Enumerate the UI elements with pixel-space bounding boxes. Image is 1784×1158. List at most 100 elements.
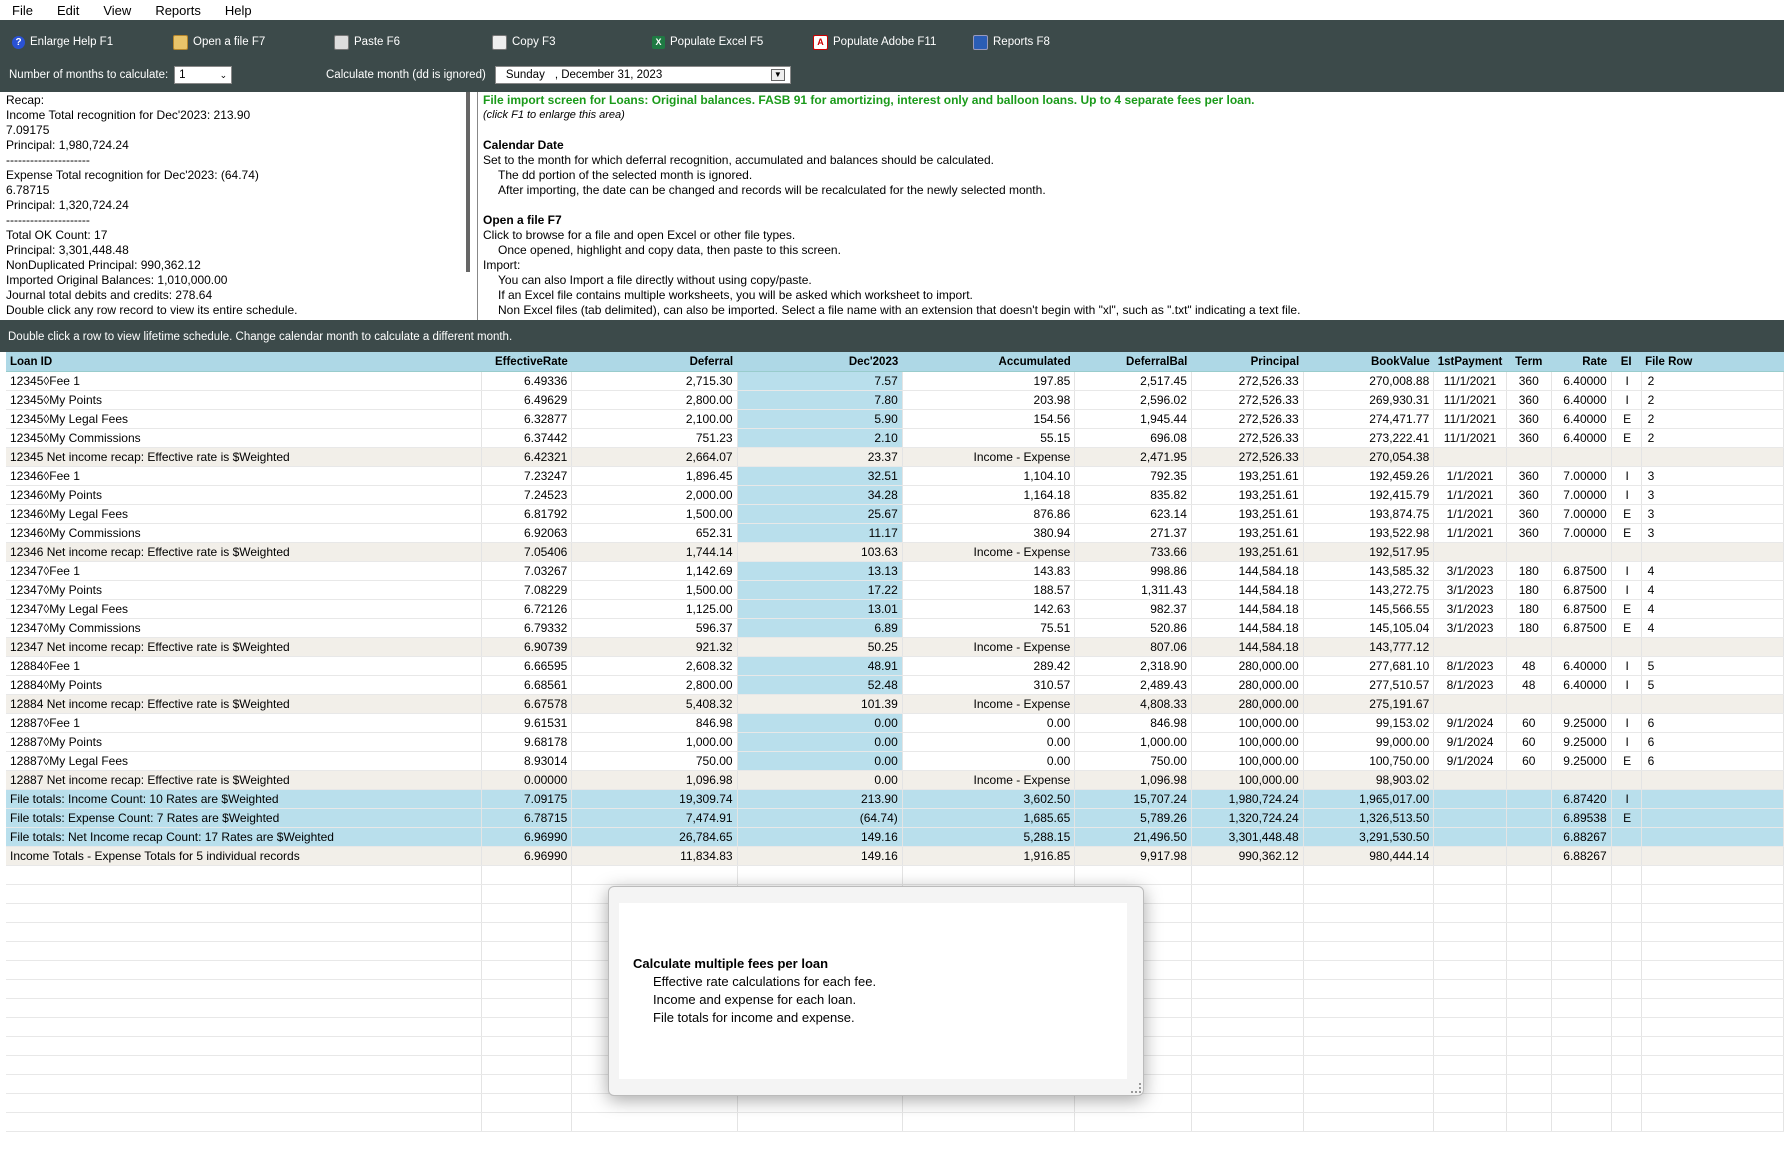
empty-cell	[481, 903, 573, 923]
accumulated-cell: 197.85	[902, 371, 1076, 391]
net-income-recap-row[interactable]: 12345 Net income recap: Effective rate i…	[6, 447, 1784, 467]
col-header-ei[interactable]: EI	[1611, 352, 1642, 372]
table-row[interactable]: 12346◊My Points 7.24523 2,000.00 34.28 1,164…	[6, 485, 1784, 505]
empty-cell	[1433, 1055, 1507, 1075]
empty-row	[6, 1112, 1784, 1132]
months-select[interactable]: 1 ⌄	[174, 66, 233, 84]
effective-rate-cell: 7.23247	[481, 466, 573, 486]
col-header-accumulated[interactable]: Accumulated	[902, 352, 1075, 372]
menu-edit[interactable]: Edit	[45, 3, 91, 18]
empty-cell	[1611, 1036, 1642, 1056]
income-expense-totals-row[interactable]: Income Totals - Expense Totals for 5 ind…	[6, 846, 1784, 866]
accumulated-cell: 1,916.85	[902, 846, 1076, 866]
net-income-recap-row[interactable]: 12884 Net income recap: Effective rate i…	[6, 694, 1784, 714]
deferral-cell: 2,100.00	[571, 409, 738, 429]
deferral-cell: 2,800.00	[571, 675, 738, 695]
loan-id-cell: 12887 Net income recap: Effective rate i…	[6, 770, 483, 790]
net-income-recap-row[interactable]: 12346 Net income recap: Effective rate i…	[6, 542, 1784, 562]
table-row[interactable]: 12345◊My Points 6.49629 2,800.00 7.80 203.98…	[6, 390, 1784, 410]
first-payment-cell	[1433, 846, 1507, 866]
table-row[interactable]: 12884◊My Points 6.68561 2,800.00 52.48 310.5…	[6, 675, 1784, 695]
dec2023-cell: 2.10	[737, 428, 903, 448]
empty-cell	[902, 1093, 1076, 1113]
file-row-cell: 4	[1641, 599, 1784, 619]
ei-cell: E	[1611, 409, 1642, 429]
net-income-recap-row[interactable]: 12887 Net income recap: Effective rate i…	[6, 770, 1784, 790]
col-header-first-payment[interactable]: 1stPayment	[1433, 352, 1507, 372]
menu-help[interactable]: Help	[213, 3, 264, 18]
recap-line: Imported Original Balances: 1,010,000.00	[6, 273, 228, 287]
col-header-principal[interactable]: Principal	[1191, 352, 1304, 372]
table-row[interactable]: 12887◊My Legal Fees 8.93014 750.00 0.00 0.00…	[6, 751, 1784, 771]
net-income-recap-row[interactable]: 12347 Net income recap: Effective rate i…	[6, 637, 1784, 657]
book-value-cell: 143,585.32	[1303, 561, 1435, 581]
empty-cell	[1641, 960, 1784, 980]
file-totals-row[interactable]: File totals: Income Count: 10 Rates are …	[6, 789, 1784, 809]
dec2023-cell: 0.00	[737, 751, 903, 771]
table-row[interactable]: 12345◊Fee 1 6.49336 2,715.30 7.57 197.85 2,51…	[6, 371, 1784, 391]
empty-cell	[1506, 1036, 1552, 1056]
empty-cell	[1433, 960, 1507, 980]
table-row[interactable]: 12346◊My Legal Fees 6.81792 1,500.00 25.67 8…	[6, 504, 1784, 524]
paste-button[interactable]: Paste F6	[334, 33, 400, 51]
accumulated-cell: 5,288.15	[902, 827, 1076, 847]
table-row[interactable]: 12345◊My Commissions 6.37442 751.23 2.10 55.…	[6, 428, 1784, 448]
term-cell	[1506, 789, 1552, 809]
table-row[interactable]: 12887◊Fee 1 9.61531 846.98 0.00 0.00 846.98 10…	[6, 713, 1784, 733]
rate-cell: 6.87500	[1551, 561, 1612, 581]
reports-button[interactable]: Reports F8	[973, 33, 1050, 51]
effective-rate-cell: 6.32877	[481, 409, 573, 429]
col-header-book-value[interactable]: BookValue	[1303, 352, 1434, 372]
menu-view[interactable]: View	[91, 3, 143, 18]
effective-rate-cell: 9.61531	[481, 713, 573, 733]
col-header-dec2023[interactable]: Dec'2023	[737, 352, 903, 372]
accumulated-cell: 55.15	[902, 428, 1076, 448]
table-row[interactable]: 12347◊My Commissions 6.79332 596.37 6.89 75.…	[6, 618, 1784, 638]
col-header-loan-id[interactable]: Loan ID	[6, 352, 482, 372]
populate-excel-button[interactable]: X Populate Excel F5	[652, 33, 763, 51]
deferral-cell: 1,896.45	[571, 466, 738, 486]
open-file-button[interactable]: Open a file F7	[173, 33, 265, 51]
table-row[interactable]: 12347◊My Points 7.08229 1,500.00 17.22 188.5…	[6, 580, 1784, 600]
file-totals-row[interactable]: File totals: Net Income recap Count: 17 …	[6, 827, 1784, 847]
dec2023-cell: 5.90	[737, 409, 903, 429]
resize-grip-icon[interactable]	[1131, 1083, 1141, 1093]
book-value-cell: 193,874.75	[1303, 504, 1435, 524]
deferral-bal-cell: 1,945.44	[1074, 409, 1192, 429]
ei-cell	[1611, 542, 1642, 562]
empty-cell	[6, 865, 483, 885]
table-row[interactable]: 12346◊Fee 1 7.23247 1,896.45 32.51 1,104.10 7…	[6, 466, 1784, 486]
recap-scrollbar[interactable]	[466, 92, 470, 272]
table-row[interactable]: 12347◊My Legal Fees 6.72126 1,125.00 13.01 1…	[6, 599, 1784, 619]
copy-button[interactable]: Copy F3	[492, 33, 555, 51]
deferral-bal-cell: 982.37	[1074, 599, 1192, 619]
file-row-cell: 5	[1641, 675, 1784, 695]
populate-adobe-button[interactable]: A Populate Adobe F11	[813, 33, 936, 51]
menu-file[interactable]: File	[0, 3, 45, 18]
calc-month-datepicker[interactable]: Sunday , December 31, 2023 ▼	[494, 66, 791, 84]
calendar-icon[interactable]: ▼	[770, 69, 785, 81]
col-header-term[interactable]: Term	[1506, 352, 1552, 372]
table-row[interactable]: 12346◊My Commissions 6.92063 652.31 11.17 38…	[6, 523, 1784, 543]
file-row-cell: 3	[1641, 523, 1784, 543]
table-row[interactable]: 12887◊My Points 9.68178 1,000.00 0.00 0.00 1,…	[6, 732, 1784, 752]
book-value-cell: 100,750.00	[1303, 751, 1435, 771]
accumulated-cell: Income - Expense	[902, 447, 1076, 467]
enlarge-help-button[interactable]: ? Enlarge Help F1	[12, 33, 113, 51]
table-row[interactable]: 12884◊Fee 1 6.66595 2,608.32 48.91 289.42 2,3…	[6, 656, 1784, 676]
loan-id-cell: 12884◊My Points	[6, 675, 483, 695]
table-row[interactable]: 12347◊Fee 1 7.03267 1,142.69 13.13 143.83 998…	[6, 561, 1784, 581]
file-totals-row[interactable]: File totals: Expense Count: 7 Rates are …	[6, 808, 1784, 828]
col-header-deferral-bal[interactable]: DeferralBal	[1074, 352, 1192, 372]
accumulated-cell: 75.51	[902, 618, 1076, 638]
menu-reports[interactable]: Reports	[143, 3, 213, 18]
col-header-file-row[interactable]: File Row	[1641, 352, 1784, 372]
popup-line: Income and expense for each loan.	[653, 992, 857, 1007]
col-header-rate[interactable]: Rate	[1551, 352, 1612, 372]
empty-cell	[902, 1112, 1076, 1132]
recap-line: 6.78715	[6, 183, 50, 197]
col-header-effective-rate[interactable]: EffectiveRate	[481, 352, 572, 372]
col-header-deferral[interactable]: Deferral	[571, 352, 738, 372]
file-row-cell	[1641, 827, 1784, 847]
table-row[interactable]: 12345◊My Legal Fees 6.32877 2,100.00 5.90 15…	[6, 409, 1784, 429]
